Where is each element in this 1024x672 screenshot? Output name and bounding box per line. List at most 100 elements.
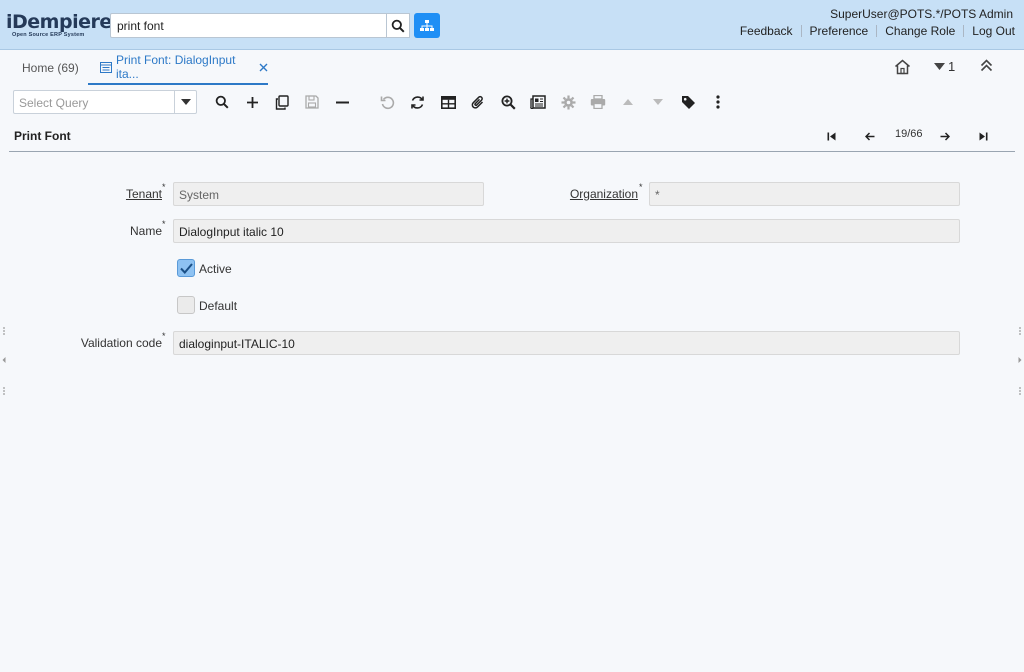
detail-header: Print Font 19/66 — [9, 120, 1015, 152]
window-icon — [100, 61, 112, 73]
close-icon[interactable] — [259, 63, 268, 72]
tab-title: Print Font — [14, 129, 71, 143]
tab-print-font[interactable]: Print Font: DialogInput ita... — [88, 51, 268, 85]
validation-code-label: Validation code — [80, 336, 162, 350]
window-tabs: Home (69) Print Font: DialogInput ita...… — [9, 51, 1015, 85]
caret-down-icon — [653, 99, 663, 105]
undo-icon — [380, 96, 394, 109]
minus-icon — [335, 101, 349, 103]
newspaper-icon — [530, 95, 546, 109]
app-header: iDempiere Open Source ERP System print f… — [0, 0, 1024, 50]
window-list-dropdown[interactable]: 1 — [934, 59, 955, 74]
process-button[interactable] — [556, 90, 580, 114]
preference-link[interactable]: Preference — [810, 24, 869, 38]
first-icon — [827, 132, 835, 140]
link-divider — [800, 25, 802, 37]
right-panel-splitter[interactable] — [1017, 326, 1023, 398]
paperclip-icon — [471, 95, 484, 109]
detail-record-button[interactable] — [646, 90, 670, 114]
record-form: Tenant * System Organization * * Name * … — [0, 152, 1024, 672]
save-icon — [305, 95, 319, 109]
zoom-across-button[interactable] — [496, 90, 520, 114]
previous-record-button[interactable] — [860, 127, 880, 145]
find-button[interactable] — [210, 90, 234, 114]
home-button[interactable] — [894, 59, 911, 75]
refresh-button[interactable] — [405, 90, 429, 114]
last-record-button[interactable] — [973, 127, 993, 145]
default-label: Default — [199, 299, 238, 313]
change-role-link[interactable]: Change Role — [885, 24, 955, 38]
copy-icon — [275, 94, 289, 110]
gear-icon — [561, 95, 575, 109]
arrow-left-icon — [865, 131, 875, 141]
active-label: Active — [199, 262, 232, 276]
zoom-in-icon — [501, 95, 516, 110]
chevron-down-icon[interactable] — [174, 91, 196, 113]
grid-toggle-button[interactable] — [436, 90, 460, 114]
last-icon — [979, 132, 987, 140]
required-mark: * — [162, 331, 166, 341]
search-icon — [391, 19, 405, 33]
required-mark: * — [639, 182, 643, 192]
checkmark-icon — [179, 262, 193, 274]
print-icon — [590, 95, 606, 109]
link-divider — [876, 25, 878, 37]
print-button[interactable] — [586, 90, 610, 114]
default-checkbox[interactable] — [177, 296, 195, 314]
logo-brand: iDempiere — [6, 11, 112, 33]
link-divider — [963, 25, 965, 37]
name-label: Name — [129, 224, 162, 238]
name-field[interactable]: DialogInput italic 10 — [173, 219, 960, 243]
search-button[interactable] — [386, 13, 410, 38]
attachment-button[interactable] — [466, 90, 490, 114]
tenant-field[interactable]: System — [173, 182, 484, 206]
tag-icon — [681, 95, 695, 109]
feedback-link[interactable]: Feedback — [740, 24, 793, 38]
first-record-button[interactable] — [821, 127, 841, 145]
window-toolbar: Select Query — [9, 86, 1015, 118]
report-button[interactable] — [526, 90, 550, 114]
sitemap-icon — [420, 19, 434, 31]
organization-field[interactable]: * — [649, 182, 960, 206]
kebab-menu-icon — [716, 95, 720, 109]
active-checkbox[interactable] — [177, 259, 195, 277]
splitter-dots-icon — [2, 327, 6, 395]
home-icon — [895, 59, 910, 75]
collapse-button[interactable] — [980, 59, 993, 72]
caret-up-icon — [623, 99, 633, 105]
required-mark: * — [162, 219, 166, 229]
undo-button[interactable] — [375, 90, 399, 114]
tab-home[interactable]: Home (69) — [22, 51, 79, 85]
splitter-dots-icon — [1018, 327, 1022, 395]
window-count: 1 — [948, 59, 956, 74]
header-links: Feedback Preference Change Role Log Out — [740, 24, 1015, 38]
logout-link[interactable]: Log Out — [972, 24, 1015, 38]
record-counter: 19/66 — [895, 128, 923, 140]
select-query-combobox[interactable]: Select Query — [13, 90, 197, 114]
tab-label: Print Font: DialogInput ita... — [116, 53, 236, 81]
label-button[interactable] — [676, 90, 700, 114]
refresh-icon — [410, 95, 424, 109]
arrow-right-icon — [940, 131, 950, 141]
menu-tree-button[interactable] — [414, 13, 440, 38]
plus-icon — [246, 96, 258, 108]
tenant-label[interactable]: Tenant — [110, 187, 162, 201]
organization-label[interactable]: Organization — [560, 187, 638, 201]
double-chevron-up-icon — [980, 59, 993, 72]
query-placeholder: Select Query — [19, 96, 89, 110]
idempiere-logo[interactable]: iDempiere Open Source ERP System — [6, 11, 112, 39]
delete-record-button[interactable] — [330, 90, 354, 114]
required-mark: * — [162, 182, 166, 192]
global-search-input[interactable]: print font — [110, 13, 387, 38]
more-options-button[interactable] — [706, 90, 730, 114]
save-button[interactable] — [300, 90, 324, 114]
validation-code-field[interactable]: dialoginput-ITALIC-10 — [173, 331, 960, 355]
left-panel-splitter[interactable] — [1, 326, 7, 398]
copy-record-button[interactable] — [270, 90, 294, 114]
parent-record-button[interactable] — [616, 90, 640, 114]
user-role-label: SuperUser@POTS.*/POTS Admin — [830, 7, 1013, 21]
next-record-button[interactable] — [935, 127, 955, 145]
caret-down-icon — [934, 63, 945, 70]
table-icon — [440, 95, 456, 109]
new-record-button[interactable] — [240, 90, 264, 114]
